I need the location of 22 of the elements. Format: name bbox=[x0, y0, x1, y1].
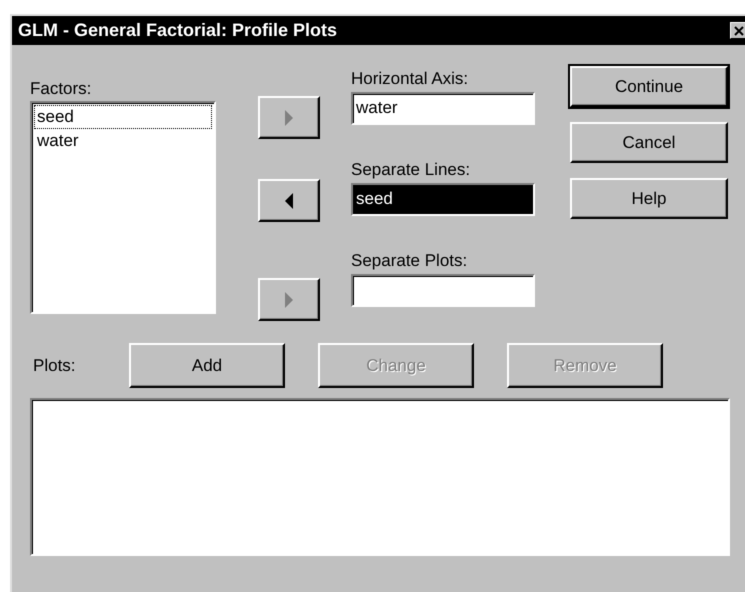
arrow-button[interactable] bbox=[258, 96, 320, 139]
window-title: GLM - General Factorial: Profile Plots bbox=[18, 19, 338, 42]
field-label: Horizontal Axis: bbox=[351, 69, 470, 89]
dialog-button[interactable]: Continue bbox=[570, 66, 728, 107]
arrow-button[interactable] bbox=[258, 278, 320, 321]
dialog-button[interactable]: Cancel bbox=[570, 122, 728, 163]
plots-list[interactable] bbox=[30, 398, 730, 556]
factors-list[interactable]: seed water bbox=[30, 101, 216, 314]
dialog-button[interactable]: Help bbox=[570, 178, 728, 219]
plots-label: Plots: bbox=[33, 356, 77, 376]
close-icon bbox=[734, 26, 744, 36]
input-field[interactable]: water bbox=[351, 92, 535, 125]
field-label: Separate Lines: bbox=[351, 160, 472, 180]
input-field[interactable] bbox=[351, 274, 535, 307]
input-field[interactable]: seed bbox=[351, 183, 535, 216]
list-item[interactable]: seed bbox=[34, 105, 212, 129]
plot-button[interactable]: Add bbox=[129, 343, 285, 388]
arrow-button[interactable] bbox=[258, 179, 320, 222]
list-item[interactable]: water bbox=[34, 129, 212, 153]
field-label: Separate Plots: bbox=[351, 251, 468, 271]
close-button[interactable] bbox=[730, 22, 745, 39]
factors-label: Factors: bbox=[30, 79, 92, 99]
